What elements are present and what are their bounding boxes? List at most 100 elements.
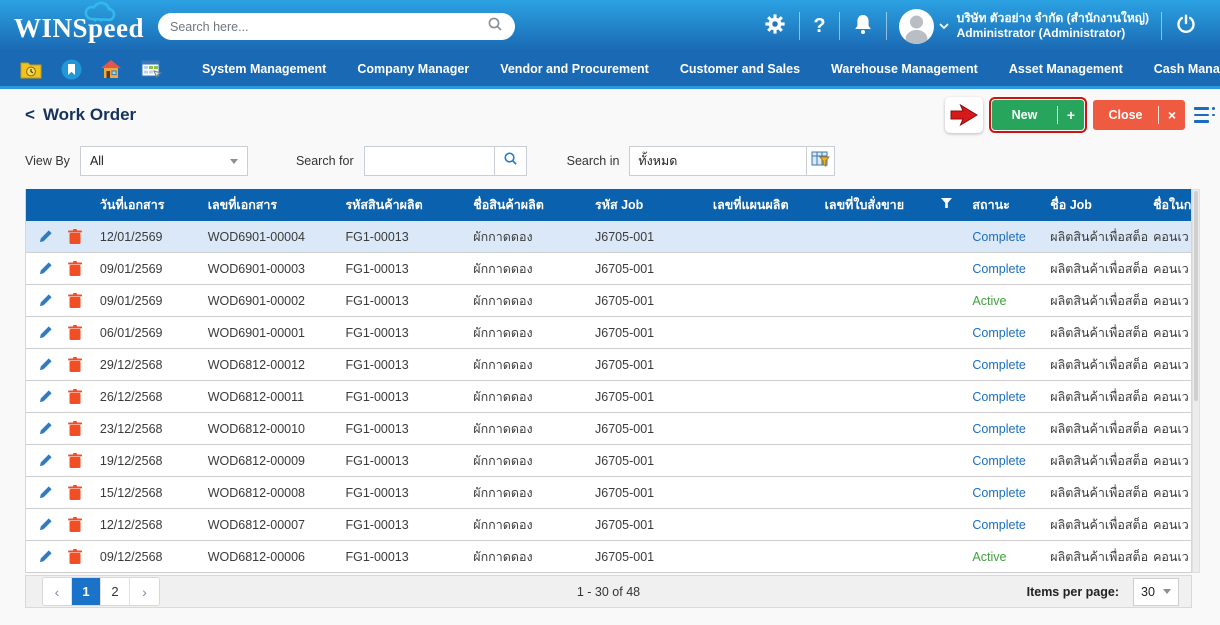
cell-status-link[interactable]: Complete: [960, 230, 1042, 244]
search-icon[interactable]: [487, 16, 503, 37]
cell-doc-no: WOD6812-00006: [196, 550, 334, 564]
vertical-scrollbar[interactable]: [1192, 189, 1200, 573]
delete-button[interactable]: [67, 389, 83, 405]
edit-button[interactable]: [37, 485, 53, 501]
user-menu[interactable]: [887, 9, 957, 44]
delete-button[interactable]: [67, 325, 83, 341]
nav-asset-management[interactable]: Asset Management: [1009, 62, 1123, 76]
col-header-product-name[interactable]: ชื่อสินค้าผลิต: [461, 195, 583, 215]
table-row[interactable]: 06/01/2569 WOD6901-00001 FG1-00013 ผักกา…: [26, 317, 1191, 349]
col-header-job-name[interactable]: ชื่อ Job: [1042, 195, 1149, 215]
cell-status-link[interactable]: Complete: [960, 518, 1042, 532]
col-header-plan-no[interactable]: เลขที่แผนผลิต: [701, 195, 813, 215]
nav-customer-sales[interactable]: Customer and Sales: [680, 62, 800, 76]
logout-button[interactable]: [1162, 11, 1210, 41]
cell-status-link[interactable]: Active: [960, 294, 1042, 308]
trash-icon: [68, 325, 82, 341]
global-search-input[interactable]: [170, 20, 487, 34]
edit-button[interactable]: [37, 293, 53, 309]
delete-button[interactable]: [67, 549, 83, 565]
edit-button[interactable]: [37, 389, 53, 405]
delete-button[interactable]: [67, 261, 83, 277]
column-filter-button[interactable]: [807, 146, 835, 176]
new-button[interactable]: New +: [992, 100, 1084, 130]
table-row[interactable]: 09/12/2568 WOD6812-00006 FG1-00013 ผักกา…: [26, 541, 1191, 573]
nav-cash-management[interactable]: Cash Management: [1154, 62, 1220, 76]
cell-product-name: ผักกาดดอง: [461, 451, 583, 471]
chevron-down-icon: [939, 17, 949, 35]
cell-status-link[interactable]: Complete: [960, 422, 1042, 436]
col-header-so-no[interactable]: เลขที่ใบสั่งขาย: [813, 195, 961, 215]
table-row[interactable]: 26/12/2568 WOD6812-00011 FG1-00013 ผักกา…: [26, 381, 1191, 413]
edit-button[interactable]: [37, 517, 53, 533]
view-by-dropdown[interactable]: All: [80, 146, 248, 176]
home-icon[interactable]: [100, 59, 122, 79]
nav-vendor-procurement[interactable]: Vendor and Procurement: [500, 62, 649, 76]
cell-job-code: J6705-001: [583, 294, 701, 308]
recent-folder-icon[interactable]: [20, 59, 42, 79]
funnel-filter-icon[interactable]: [941, 198, 952, 212]
col-header-doc-no[interactable]: เลขที่เอกสาร: [196, 195, 334, 215]
search-in-input[interactable]: [629, 146, 807, 176]
delete-button[interactable]: [67, 453, 83, 469]
table-row[interactable]: 29/12/2568 WOD6812-00012 FG1-00013 ผักกา…: [26, 349, 1191, 381]
cell-status-link[interactable]: Complete: [960, 454, 1042, 468]
delete-button[interactable]: [67, 357, 83, 373]
table-row[interactable]: 09/01/2569 WOD6901-00002 FG1-00013 ผักกา…: [26, 285, 1191, 317]
help-button[interactable]: ?: [800, 11, 838, 41]
edit-button[interactable]: [37, 229, 53, 245]
nav-warehouse-management[interactable]: Warehouse Management: [831, 62, 978, 76]
search-for-input[interactable]: [364, 146, 495, 176]
table-row[interactable]: 12/01/2569 WOD6901-00004 FG1-00013 ผักกา…: [26, 221, 1191, 253]
delete-button[interactable]: [67, 229, 83, 245]
delete-button[interactable]: [67, 517, 83, 533]
global-search[interactable]: [158, 13, 515, 40]
cell-product-code: FG1-00013: [333, 294, 461, 308]
edit-button[interactable]: [37, 549, 53, 565]
nav-system-management[interactable]: System Management: [202, 62, 326, 76]
col-header-doc-date[interactable]: วันที่เอกสาร: [88, 195, 196, 215]
edit-button[interactable]: [37, 261, 53, 277]
search-for-button[interactable]: [495, 146, 527, 176]
trash-icon: [68, 261, 82, 277]
cell-status-link[interactable]: Complete: [960, 390, 1042, 404]
settings-button[interactable]: [751, 11, 799, 41]
table-row[interactable]: 15/12/2568 WOD6812-00008 FG1-00013 ผักกา…: [26, 477, 1191, 509]
col-header-job-code[interactable]: รหัส Job: [583, 195, 701, 215]
trash-icon: [68, 389, 82, 405]
cell-status-link[interactable]: Complete: [960, 262, 1042, 276]
edit-button[interactable]: [37, 325, 53, 341]
edit-button[interactable]: [37, 421, 53, 437]
cell-status-link[interactable]: Complete: [960, 486, 1042, 500]
edit-button[interactable]: [37, 357, 53, 373]
pencil-icon: [38, 357, 53, 372]
col-header-name-in[interactable]: ชื่อในก: [1149, 195, 1191, 215]
close-button[interactable]: Close ×: [1093, 100, 1185, 130]
cell-job-name: ผลิตสินค้าเพื่อสต็อกi: [1042, 547, 1149, 567]
nav-company-manager[interactable]: Company Manager: [357, 62, 469, 76]
delete-button[interactable]: [67, 293, 83, 309]
edit-button[interactable]: [37, 453, 53, 469]
table-row[interactable]: 09/01/2569 WOD6901-00003 FG1-00013 ผักกา…: [26, 253, 1191, 285]
cell-doc-date: 15/12/2568: [88, 486, 196, 500]
scrollbar-thumb[interactable]: [1194, 191, 1198, 401]
cell-status-link[interactable]: Active: [960, 550, 1042, 564]
cell-status-link[interactable]: Complete: [960, 358, 1042, 372]
delete-button[interactable]: [67, 421, 83, 437]
brand-logo[interactable]: WINSpeed: [14, 0, 164, 52]
col-header-product-code[interactable]: รหัสสินค้าผลิต: [333, 195, 461, 215]
cell-product-code: FG1-00013: [333, 550, 461, 564]
col-header-status[interactable]: สถานะ: [960, 195, 1042, 215]
table-row[interactable]: 12/12/2568 WOD6812-00007 FG1-00013 ผักกา…: [26, 509, 1191, 541]
table-row[interactable]: 23/12/2568 WOD6812-00010 FG1-00013 ผักกา…: [26, 413, 1191, 445]
delete-button[interactable]: [67, 485, 83, 501]
help-icon: ?: [813, 15, 825, 38]
notifications-button[interactable]: [840, 11, 886, 41]
bookmark-icon[interactable]: [60, 59, 82, 79]
pencil-icon: [38, 453, 53, 468]
calendar-grid-icon[interactable]: [140, 59, 162, 79]
back-chevron-icon[interactable]: <: [25, 105, 35, 125]
table-row[interactable]: 19/12/2568 WOD6812-00009 FG1-00013 ผักกา…: [26, 445, 1191, 477]
menu-list-icon[interactable]: [1194, 105, 1218, 125]
cell-status-link[interactable]: Complete: [960, 326, 1042, 340]
